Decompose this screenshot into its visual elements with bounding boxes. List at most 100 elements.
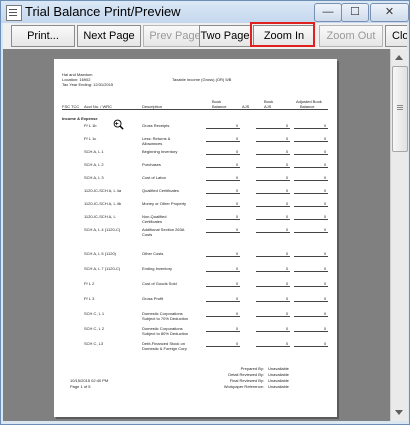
preview-viewport[interactable]: Hal and Maedum Location: 16902 Tax Year … bbox=[3, 49, 390, 421]
row-value-rule bbox=[206, 286, 240, 287]
row-description: Purchases bbox=[142, 162, 161, 167]
row-account-code: SCH C, L 1 bbox=[84, 311, 105, 316]
print-button[interactable]: Print... bbox=[11, 25, 75, 47]
row-value: 0 bbox=[236, 251, 239, 256]
row-value: 0 bbox=[324, 214, 327, 219]
row-account-code: P/ L 3 bbox=[84, 296, 95, 301]
section-heading: Income & Expense bbox=[62, 116, 98, 121]
row-account-code: P/ L 1b bbox=[84, 123, 97, 128]
row-value-rule bbox=[294, 219, 328, 220]
row-value-rule bbox=[206, 219, 240, 220]
row-account-code: SCH A, L 7 (1120-C) bbox=[84, 266, 121, 271]
row-value: 0 bbox=[236, 201, 239, 206]
row-value-rule bbox=[206, 141, 240, 142]
workpaper-value: Unavailable bbox=[268, 384, 289, 389]
row-value: 0 bbox=[324, 175, 327, 180]
row-value: 0 bbox=[286, 251, 289, 256]
close-window-button[interactable]: ✕ bbox=[370, 3, 409, 22]
row-value: 0 bbox=[324, 266, 327, 271]
scroll-down-arrow-icon[interactable] bbox=[395, 410, 403, 415]
row-description: Money or Other Property bbox=[142, 201, 187, 206]
row-value-rule bbox=[206, 346, 240, 347]
row-description-2: Allowances bbox=[142, 141, 163, 146]
row-account-code: P/ L 2 bbox=[84, 281, 95, 286]
row-value: 0 bbox=[286, 266, 289, 271]
row-value: 0 bbox=[286, 281, 289, 286]
workpaper-label: Workpaper Reference: bbox=[223, 384, 264, 389]
row-value: 0 bbox=[236, 162, 239, 167]
row-value: 0 bbox=[324, 296, 327, 301]
row-value-rule bbox=[294, 331, 328, 332]
prev-page-button[interactable]: Prev Page bbox=[143, 25, 207, 47]
row-value-rule bbox=[256, 286, 290, 287]
zoom-out-button[interactable]: Zoom Out bbox=[319, 25, 383, 47]
row-value-rule bbox=[206, 316, 240, 317]
row-value-rule bbox=[294, 180, 328, 181]
row-value: 0 bbox=[324, 326, 327, 331]
row-value: 0 bbox=[236, 188, 239, 193]
row-value: 0 bbox=[324, 251, 327, 256]
row-value-rule bbox=[256, 167, 290, 168]
row-description-2: Domestic & Foreign Corp bbox=[142, 346, 187, 351]
row-account-code: SCH A, L 5 (1120) bbox=[84, 251, 117, 256]
maximize-button[interactable]: ☐ bbox=[341, 3, 369, 22]
row-value: 0 bbox=[324, 201, 327, 206]
row-value-rule bbox=[294, 141, 328, 142]
row-value: 0 bbox=[236, 175, 239, 180]
row-description: Qualified Certificates bbox=[142, 188, 179, 193]
row-value: 0 bbox=[236, 311, 239, 316]
row-value: 0 bbox=[286, 214, 289, 219]
row-value: 0 bbox=[236, 296, 239, 301]
row-value: 0 bbox=[324, 162, 327, 167]
row-description-2: Subject to 80% Deduction bbox=[142, 331, 189, 336]
scroll-up-arrow-icon[interactable] bbox=[395, 55, 403, 60]
next-page-button[interactable]: Next Page bbox=[77, 25, 141, 47]
row-description: Gross Profit bbox=[142, 296, 164, 301]
row-account-code: SCH C, L3 bbox=[84, 341, 104, 346]
row-value: 0 bbox=[286, 227, 289, 232]
row-value-rule bbox=[256, 331, 290, 332]
row-value-rule bbox=[256, 128, 290, 129]
row-value-rule bbox=[294, 128, 328, 129]
tax-year: Tax Year Ending: 12/31/2015 bbox=[62, 82, 114, 87]
row-value: 0 bbox=[286, 162, 289, 167]
row-account-code: SCH A, L 3 bbox=[84, 175, 104, 180]
print-timestamp: 10/15/2015 02:40 PM bbox=[70, 378, 109, 383]
two-page-button[interactable]: Two Page bbox=[199, 25, 251, 47]
row-value-rule bbox=[256, 180, 290, 181]
row-value-rule bbox=[256, 232, 290, 233]
row-account-code: SCH C, L 2 bbox=[84, 326, 105, 331]
row-value-rule bbox=[294, 346, 328, 347]
row-value-rule bbox=[206, 206, 240, 207]
close-button[interactable]: Clo bbox=[385, 25, 407, 47]
row-value-rule bbox=[206, 154, 240, 155]
row-value-rule bbox=[256, 219, 290, 220]
row-value: 0 bbox=[286, 201, 289, 206]
scroll-thumb[interactable] bbox=[392, 66, 408, 152]
row-value: 0 bbox=[236, 266, 239, 271]
row-value: 0 bbox=[286, 136, 289, 141]
vertical-scrollbar[interactable] bbox=[390, 49, 408, 421]
row-description-2: Subject to 70% Deduction bbox=[142, 316, 189, 321]
row-value-rule bbox=[294, 206, 328, 207]
row-account-code: SCH A, L 2 bbox=[84, 162, 104, 167]
row-description: Cost of Labor bbox=[142, 175, 167, 180]
minimize-button[interactable]: — bbox=[314, 3, 342, 22]
row-value-rule bbox=[256, 301, 290, 302]
row-value: 0 bbox=[236, 149, 239, 154]
row-value: 0 bbox=[324, 227, 327, 232]
report-page: Hal and Maedum Location: 16902 Tax Year … bbox=[54, 59, 337, 417]
row-description: Ending Inventory bbox=[142, 266, 173, 271]
trial-balance-window: Trial Balance Print/Preview — ☐ ✕ Print.… bbox=[0, 0, 410, 425]
row-value-rule bbox=[206, 167, 240, 168]
row-value-rule bbox=[206, 271, 240, 272]
row-value-rule bbox=[294, 232, 328, 233]
header-rule bbox=[62, 109, 328, 110]
row-value-rule bbox=[294, 193, 328, 194]
row-value: 0 bbox=[286, 175, 289, 180]
row-value: 0 bbox=[324, 311, 327, 316]
row-value: 0 bbox=[286, 123, 289, 128]
row-value-rule bbox=[206, 232, 240, 233]
row-value: 0 bbox=[236, 214, 239, 219]
toolbar: Print... Next Page Prev Page Two Page Zo… bbox=[3, 23, 407, 49]
